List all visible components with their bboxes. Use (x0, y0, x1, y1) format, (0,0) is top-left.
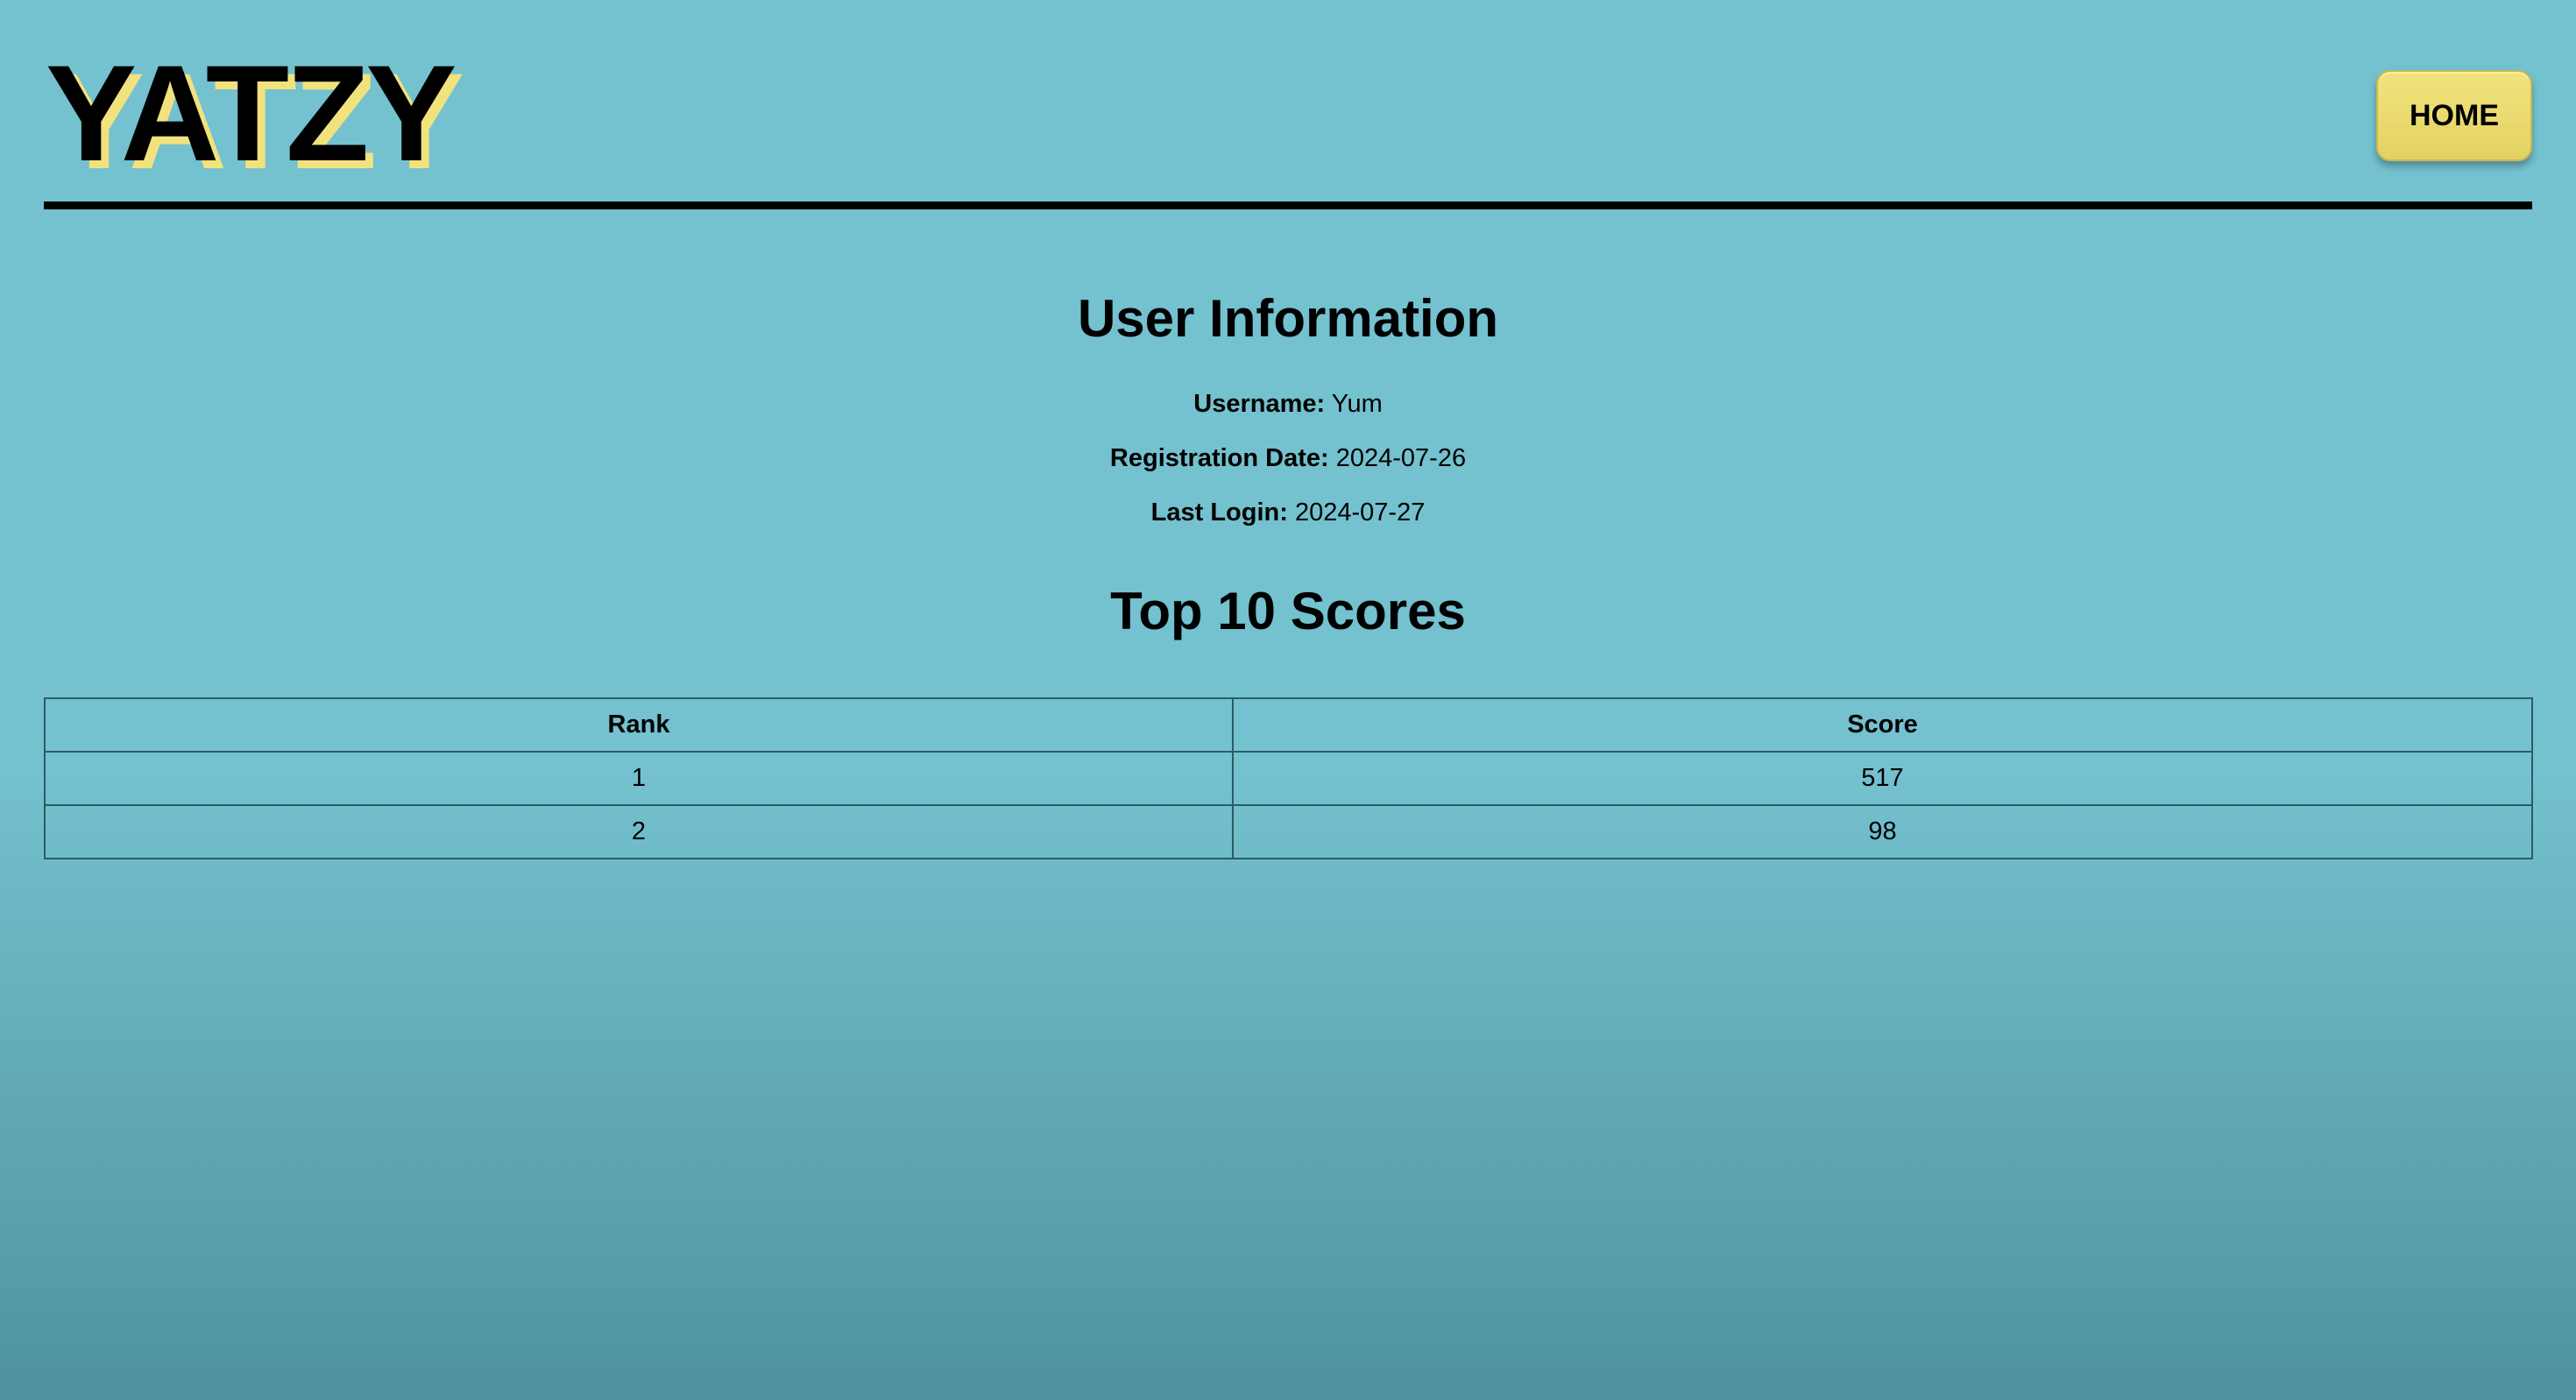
user-info-title: User Information (1077, 289, 1499, 348)
last-login-line: Last Login: 2024-07-27 (0, 485, 2576, 540)
header-divider (44, 202, 2532, 209)
table-row: 1 517 (44, 751, 2533, 806)
table-row: 2 98 (44, 804, 2533, 859)
last-login-value: 2024-07-27 (1294, 498, 1426, 527)
registration-date-line: Registration Date: 2024-07-26 (0, 431, 2576, 485)
home-button[interactable]: HOME (2376, 70, 2532, 161)
user-info-details: Username: Yum Registration Date: 2024-07… (0, 377, 2576, 540)
last-login-label: Last Login: (1150, 498, 1288, 527)
score-column-header: Score (1232, 697, 2533, 753)
user-info-section: User Information Username: Yum Registrat… (0, 280, 2576, 540)
scores-title: Top 10 Scores (1110, 582, 1466, 640)
logo: YATZY (46, 38, 456, 190)
username-value: Yum (1331, 390, 1383, 418)
registration-date-value: 2024-07-26 (1335, 444, 1467, 472)
registration-date-label: Registration Date: (1109, 444, 1329, 472)
username-label: Username: (1193, 390, 1326, 418)
table-header-row: Rank Score (44, 697, 2533, 753)
rank-column-header: Rank (44, 697, 1234, 753)
username-line: Username: Yum (0, 377, 2576, 431)
score-cell: 517 (1232, 751, 2533, 806)
header: YATZY HOME (44, 0, 2532, 210)
score-cell: 98 (1232, 804, 2533, 859)
scores-section-header: Top 10 Scores (0, 573, 2576, 650)
rank-cell: 2 (44, 804, 1234, 859)
rank-cell: 1 (44, 751, 1234, 806)
scores-table: Rank Score 1 517 2 98 (44, 697, 2533, 859)
